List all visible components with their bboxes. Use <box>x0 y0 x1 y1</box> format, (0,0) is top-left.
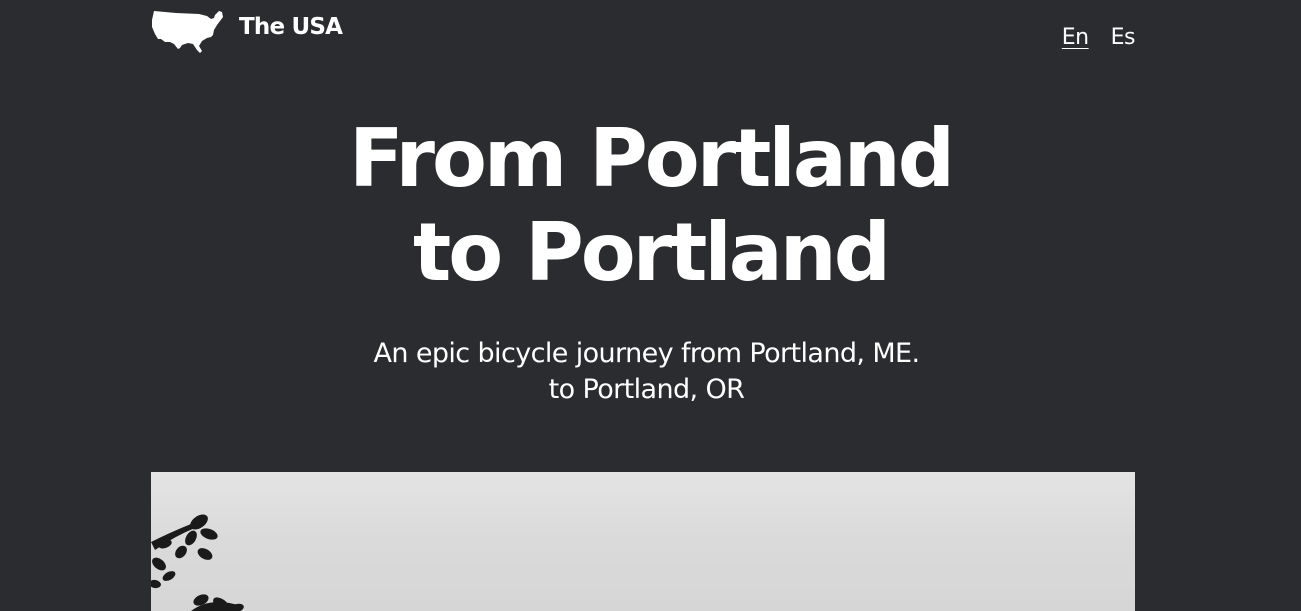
usa-map-icon <box>152 11 223 53</box>
hero-subtitle: An epic bicycle journey from Portland, M… <box>0 336 1293 408</box>
hero-title-line-2: to Portland <box>413 206 891 299</box>
lang-en-link[interactable]: En <box>1062 25 1089 50</box>
hero-subtitle-line-1: An epic bicycle journey from Portland, M… <box>373 338 920 369</box>
brand-name: The USA <box>239 14 343 40</box>
hero-photo <box>151 472 1135 611</box>
lang-es-link[interactable]: Es <box>1111 25 1136 50</box>
page: The USA En Es From Portland to Portland … <box>0 0 1301 611</box>
home-link[interactable]: The USA <box>151 8 343 54</box>
hero-subtitle-line-2: to Portland, OR <box>548 374 745 405</box>
language-switcher: En Es <box>1062 25 1136 50</box>
hero-title-line-1: From Portland <box>348 112 955 205</box>
hero-title: From Portland to Portland <box>0 112 1301 300</box>
branch-silhouette-image <box>151 514 244 611</box>
site-header: The USA En Es <box>151 0 1136 80</box>
